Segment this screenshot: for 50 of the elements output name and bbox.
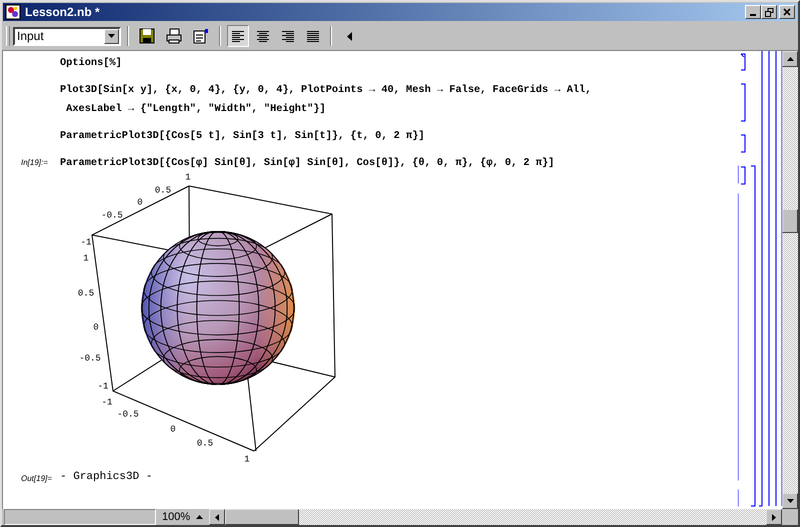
align-center-icon (257, 30, 269, 42)
input-code: ParametricPlot3D[{Cos[φ] Sin[θ], Sin[φ] Sin[θ], Cos[θ]}, {θ, 0, π}, {φ, 0, 2 π}] (60, 156, 554, 170)
axis-tick-label: 0.5 (78, 288, 94, 298)
input-code: ParametricPlot3D[{Cos[5 t], Sin[3 t], Sin[t]}, {t, 0, 2 π}] (60, 129, 425, 143)
axis-tick-label: -1 (102, 397, 112, 408)
minimize-button[interactable] (745, 5, 761, 19)
input-label: In[19]:= (21, 157, 49, 169)
style-dropdown[interactable]: Input (13, 26, 121, 46)
align-button[interactable] (227, 25, 249, 47)
zoom-level[interactable]: 100% (162, 511, 190, 523)
restore-icon (764, 8, 774, 16)
axis-tick-label: 0 (170, 424, 176, 434)
left-triangle-icon[interactable] (215, 514, 220, 520)
axis-tick-label: 0 (93, 322, 99, 332)
axis-tick-label: -0.5 (101, 210, 123, 220)
down-triangle-icon[interactable] (786, 499, 794, 503)
close-icon (783, 8, 791, 16)
close-button[interactable] (779, 5, 795, 19)
input-code: Plot3D[Sin[x y], {x, 0, 4}, {y, 0, 4}, PlotPoints → 40, Mesh → False, FaceGrids → All, (60, 83, 592, 97)
align-left-icon (232, 30, 244, 42)
axis-tick-label: 1 (185, 172, 191, 182)
input-code: Options[%] (60, 56, 122, 70)
output-label: Out[19]= (21, 472, 53, 482)
align-justify-icon (307, 30, 319, 42)
printer-icon (166, 28, 182, 44)
window-title: Lesson2.nb * (25, 5, 101, 19)
axis-tick-label: -1 (98, 381, 108, 392)
axis-tick-label: 1 (244, 454, 250, 464)
axis-tick-label: 1 (83, 253, 89, 264)
axis-tick-label: -0.5 (79, 353, 101, 364)
axis-tick-label: -0.5 (117, 409, 139, 420)
up-triangle-icon[interactable] (196, 515, 204, 519)
document-icon (193, 28, 209, 44)
left-triangle-icon (346, 32, 352, 40)
input-code: AxesLabel → {"Length", "Width", "Height"}] (65, 102, 327, 116)
up-triangle-icon[interactable] (786, 57, 794, 61)
axis-tick-label: -1 (80, 237, 92, 248)
scroll-thumb[interactable] (225, 509, 300, 525)
output-text: - Graphics3D - (60, 471, 152, 483)
axis-tick-label: 0.5 (196, 438, 214, 448)
scroll-thumb[interactable] (782, 209, 798, 233)
right-triangle-icon[interactable] (772, 514, 776, 520)
axis-tick-label: 0.5 (154, 185, 172, 196)
app-icon (5, 4, 21, 20)
vertical-scrollbar[interactable] (782, 51, 798, 509)
horizontal-scrollbar[interactable] (209, 509, 782, 525)
align-right-icon (282, 30, 294, 42)
caret-icon (108, 34, 115, 38)
restore-button[interactable] (761, 5, 777, 19)
axis-tick-label: 0 (137, 197, 143, 208)
